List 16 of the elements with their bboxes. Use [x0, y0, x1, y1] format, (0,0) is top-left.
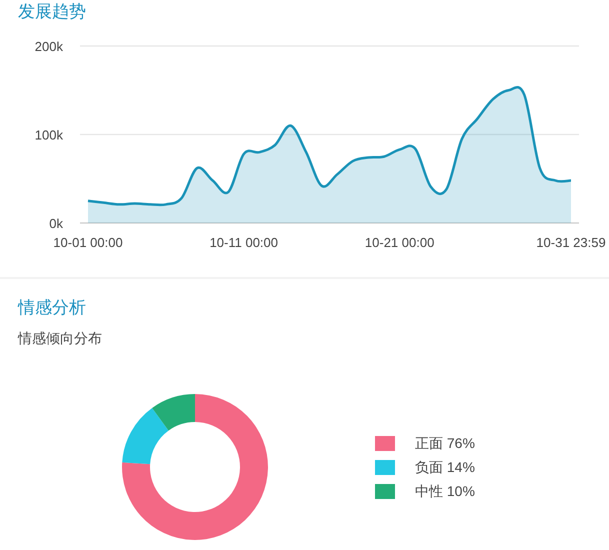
y-tick-label: 200k: [34, 39, 63, 54]
x-tick-label: 10-31 23:59: [536, 235, 606, 250]
chart-subtitle: 情感倾向分布: [18, 329, 102, 347]
legend-swatch: [375, 436, 395, 450]
y-tick-label: 100k: [34, 128, 63, 142]
section-title: 发展趋势: [18, 1, 86, 23]
legend-swatch: [375, 484, 395, 498]
legend-swatch: [375, 460, 395, 474]
x-tick-label: 10-11 00:00: [210, 235, 278, 250]
legend-label: 中性 10%: [415, 482, 475, 500]
legend-label: 正面 76%: [415, 434, 475, 452]
section-title: 情感分析: [18, 297, 86, 319]
y-tick-label: 0k: [49, 216, 63, 231]
x-tick-label: 10-21 00:00: [364, 235, 434, 250]
x-tick-label: 10-01 00:00: [53, 235, 123, 250]
legend-label: 负面 14%: [415, 458, 475, 476]
